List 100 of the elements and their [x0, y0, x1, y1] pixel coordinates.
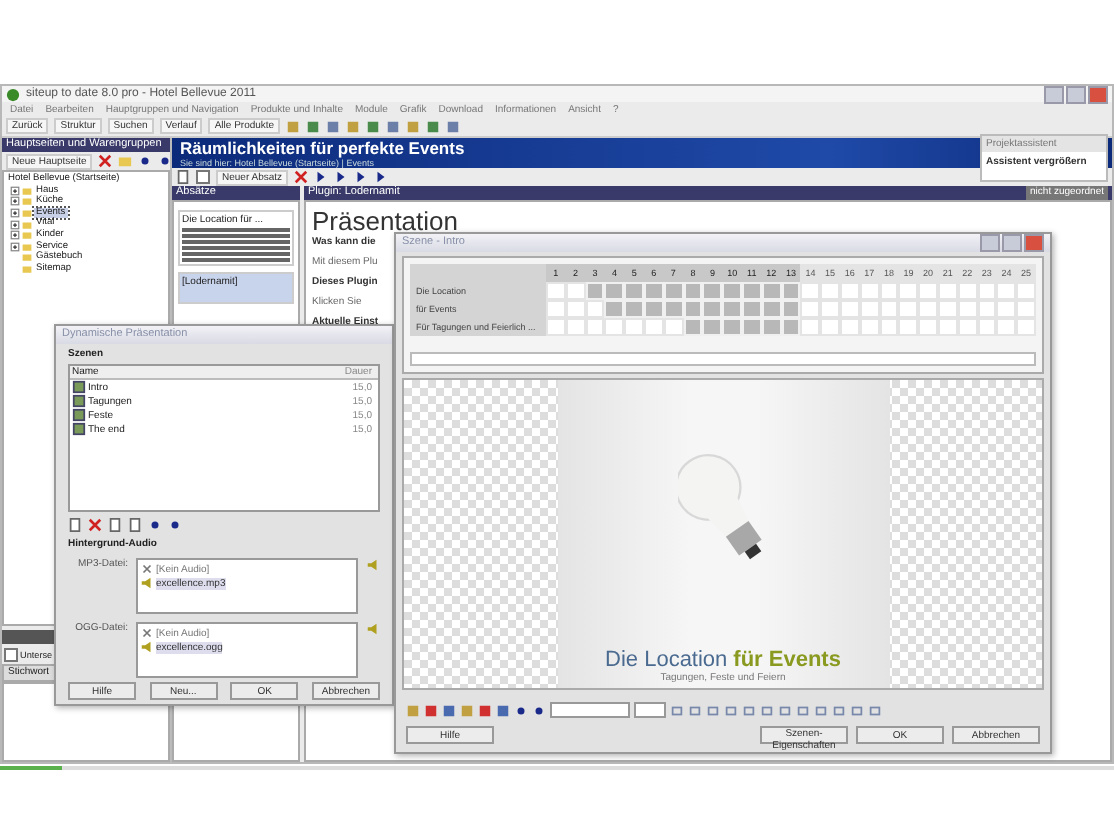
minimize-button[interactable]	[1044, 85, 1064, 103]
timeline-cell[interactable]	[702, 282, 723, 300]
close-button[interactable]	[1088, 85, 1108, 103]
expand-icon[interactable]	[10, 196, 20, 207]
timeline-cell[interactable]	[761, 282, 782, 300]
folder-icon[interactable]	[118, 154, 133, 168]
timeline-cell[interactable]	[839, 300, 860, 318]
timeline-cell[interactable]	[604, 282, 625, 300]
timeline-cell[interactable]	[585, 282, 605, 300]
expand-icon[interactable]	[10, 230, 20, 241]
timeline-cell[interactable]	[683, 282, 703, 300]
timeline-cell[interactable]	[1016, 318, 1036, 336]
timeline-cell[interactable]	[859, 282, 880, 300]
timeline-cell[interactable]	[643, 318, 664, 336]
maximize-button[interactable]	[1002, 234, 1022, 252]
timeline-cell[interactable]	[879, 318, 899, 336]
timeline-cell[interactable]	[546, 318, 566, 336]
expand-icon[interactable]	[10, 219, 20, 230]
timeline-cell[interactable]	[741, 282, 762, 300]
dot-icon[interactable]	[168, 518, 182, 532]
timeline-cell[interactable]	[585, 318, 605, 336]
dot-icon[interactable]	[514, 703, 528, 717]
delete-icon[interactable]	[294, 170, 309, 184]
timeline-cell[interactable]	[663, 318, 684, 336]
timeline-cell[interactable]	[585, 300, 605, 318]
timeline-cell[interactable]	[996, 282, 1017, 300]
timeline-cell[interactable]	[820, 300, 840, 318]
timeline-cell[interactable]	[683, 300, 703, 318]
timeline-cell[interactable]	[820, 318, 840, 336]
timeline-cell[interactable]	[1016, 300, 1036, 318]
minimize-button[interactable]	[980, 234, 1000, 252]
timeline-cell[interactable]	[918, 300, 938, 318]
timeline-cell[interactable]	[800, 300, 821, 318]
timeline-cell[interactable]	[800, 282, 821, 300]
expand-icon[interactable]	[10, 185, 20, 196]
timeline-cell[interactable]	[624, 282, 644, 300]
timeline-cell[interactable]	[761, 318, 782, 336]
close-button[interactable]	[1024, 234, 1044, 252]
timeline-cell[interactable]	[859, 300, 880, 318]
timeline-cell[interactable]	[546, 282, 566, 300]
timeline-cell[interactable]	[643, 282, 664, 300]
timeline-cell[interactable]	[937, 318, 958, 336]
timeline-cell[interactable]	[683, 318, 703, 336]
timeline-cell[interactable]	[898, 282, 919, 300]
timeline-cell[interactable]	[761, 300, 782, 318]
timeline-cell[interactable]	[957, 282, 978, 300]
expand-icon[interactable]	[10, 208, 20, 219]
timeline-cell[interactable]	[741, 300, 762, 318]
checkbox[interactable]	[196, 170, 210, 184]
timeline-cell[interactable]	[996, 318, 1017, 336]
timeline-cell[interactable]	[624, 318, 644, 336]
timeline-cell[interactable]	[957, 300, 978, 318]
timeline-cell[interactable]	[702, 300, 723, 318]
timeline-cell[interactable]	[820, 282, 840, 300]
timeline-cell[interactable]	[977, 318, 997, 336]
timeline-cell[interactable]	[604, 318, 625, 336]
expand-icon[interactable]	[10, 241, 20, 252]
page-icon[interactable]	[128, 518, 142, 532]
timeline-cell[interactable]	[781, 300, 801, 318]
maximize-button[interactable]	[1066, 85, 1086, 103]
timeline-cell[interactable]	[604, 300, 625, 318]
timeline-cell[interactable]	[781, 282, 801, 300]
timeline-cell[interactable]	[879, 300, 899, 318]
timeline-cell[interactable]	[898, 318, 919, 336]
timeline-cell[interactable]	[702, 318, 723, 336]
timeline-cell[interactable]	[918, 282, 938, 300]
timeline-cell[interactable]	[663, 300, 684, 318]
delete-icon[interactable]	[98, 154, 113, 168]
speaker-icon[interactable]	[366, 558, 380, 572]
dot-icon[interactable]	[158, 154, 173, 168]
timeline-cell[interactable]	[1016, 282, 1036, 300]
timeline-cell[interactable]	[996, 300, 1017, 318]
timeline-cell[interactable]	[800, 318, 821, 336]
page-icon[interactable]	[68, 518, 82, 532]
delete-icon[interactable]	[88, 518, 102, 532]
timeline-cell[interactable]	[977, 300, 997, 318]
timeline-cell[interactable]	[546, 300, 566, 318]
timeline-cell[interactable]	[565, 318, 586, 336]
timeline-cell[interactable]	[839, 318, 860, 336]
speaker-icon[interactable]	[366, 622, 380, 636]
timeline-cell[interactable]	[937, 282, 958, 300]
checkbox[interactable]	[4, 647, 18, 661]
dot-icon[interactable]	[138, 154, 153, 168]
timeline-cell[interactable]	[977, 282, 997, 300]
size-dropdown[interactable]	[634, 702, 666, 718]
timeline-cell[interactable]	[565, 300, 586, 318]
dot-icon[interactable]	[532, 703, 546, 717]
timeline-cell[interactable]	[722, 318, 742, 336]
timeline-cell[interactable]	[781, 318, 801, 336]
timeline-cell[interactable]	[722, 282, 742, 300]
timeline-cell[interactable]	[937, 300, 958, 318]
dot-icon[interactable]	[148, 518, 162, 532]
timeline-cell[interactable]	[722, 300, 742, 318]
timeline-cell[interactable]	[839, 282, 860, 300]
timeline-cell[interactable]	[918, 318, 938, 336]
timeline-cell[interactable]	[741, 318, 762, 336]
timeline-cell[interactable]	[898, 300, 919, 318]
timeline-cell[interactable]	[859, 318, 880, 336]
timeline-cell[interactable]	[879, 282, 899, 300]
timeline-cell[interactable]	[565, 282, 586, 300]
